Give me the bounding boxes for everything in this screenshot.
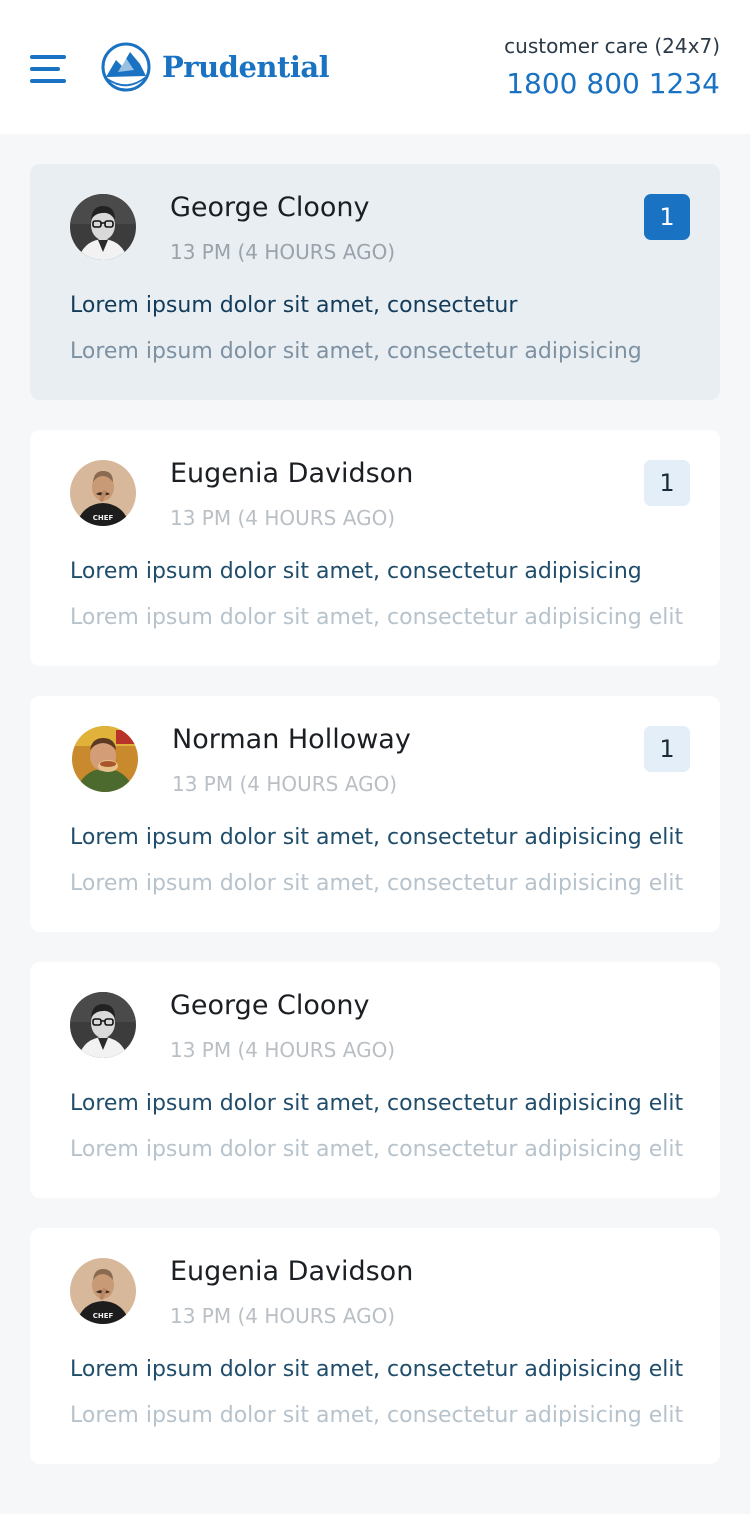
- avatar-eugenia: CHEF: [70, 460, 136, 526]
- message-card[interactable]: George Cloony 13 PM (4 HOURS AGO) Lorem …: [30, 962, 720, 1198]
- customer-care: customer care (24x7) 1800 800 1234: [504, 34, 720, 101]
- sender-name: George Cloony: [170, 990, 370, 1021]
- svg-text:CHEF: CHEF: [93, 1312, 114, 1320]
- message-subtext: Lorem ipsum dolor sit amet, consectetur …: [70, 1403, 684, 1428]
- app-header: Prudential customer care (24x7) 1800 800…: [0, 0, 750, 134]
- message-preview: Lorem ipsum dolor sit amet, consectetur …: [70, 559, 642, 584]
- message-time: 13 PM (4 HOURS AGO): [170, 506, 396, 530]
- sender-name: Eugenia Davidson: [170, 458, 414, 489]
- message-card[interactable]: CHEF Eugenia Davidson 13 PM (4 HOURS AGO…: [30, 430, 720, 666]
- avatar-eugenia: CHEF: [70, 1258, 136, 1324]
- message-subtext: Lorem ipsum dolor sit amet, consectetur …: [70, 605, 684, 630]
- unread-badge: 1: [644, 460, 690, 506]
- sender-name: Eugenia Davidson: [170, 1256, 414, 1287]
- message-time: 13 PM (4 HOURS AGO): [170, 1304, 396, 1328]
- message-preview: Lorem ipsum dolor sit amet, consectetur …: [70, 825, 684, 850]
- message-preview: Lorem ipsum dolor sit amet, consectetur …: [70, 1091, 684, 1116]
- avatar-george: [70, 992, 136, 1058]
- customer-care-phone[interactable]: 1800 800 1234: [504, 67, 720, 101]
- rock-logo-icon: [101, 42, 151, 92]
- avatar-norman: [72, 726, 138, 792]
- unread-badge: 1: [644, 726, 690, 772]
- sender-name: George Cloony: [170, 192, 370, 223]
- message-subtext: Lorem ipsum dolor sit amet, consectetur …: [70, 1137, 684, 1162]
- message-time: 13 PM (4 HOURS AGO): [170, 1038, 396, 1062]
- avatar-george: [70, 194, 136, 260]
- message-time: 13 PM (4 HOURS AGO): [170, 240, 396, 264]
- message-card[interactable]: Norman Holloway 13 PM (4 HOURS AGO) 1 Lo…: [30, 696, 720, 932]
- message-list: George Cloony 13 PM (4 HOURS AGO) 1 Lore…: [30, 164, 720, 1494]
- sender-name: Norman Holloway: [172, 724, 411, 755]
- unread-badge: 1: [644, 194, 690, 240]
- message-time: 13 PM (4 HOURS AGO): [172, 772, 398, 796]
- message-preview: Lorem ipsum dolor sit amet, consectetur …: [70, 1357, 684, 1382]
- message-card[interactable]: CHEF Eugenia Davidson 13 PM (4 HOURS AGO…: [30, 1228, 720, 1464]
- message-subtext: Lorem ipsum dolor sit amet, consectetur …: [70, 871, 684, 896]
- message-card[interactable]: George Cloony 13 PM (4 HOURS AGO) 1 Lore…: [30, 164, 720, 400]
- hamburger-menu-icon[interactable]: [30, 55, 66, 83]
- brand-name: Prudential: [162, 50, 330, 84]
- message-preview: Lorem ipsum dolor sit amet, consectetur: [70, 293, 518, 318]
- svg-text:CHEF: CHEF: [93, 514, 114, 522]
- prudential-logo[interactable]: Prudential: [100, 42, 330, 92]
- customer-care-label: customer care (24x7): [504, 34, 720, 58]
- message-subtext: Lorem ipsum dolor sit amet, consectetur …: [70, 339, 642, 364]
